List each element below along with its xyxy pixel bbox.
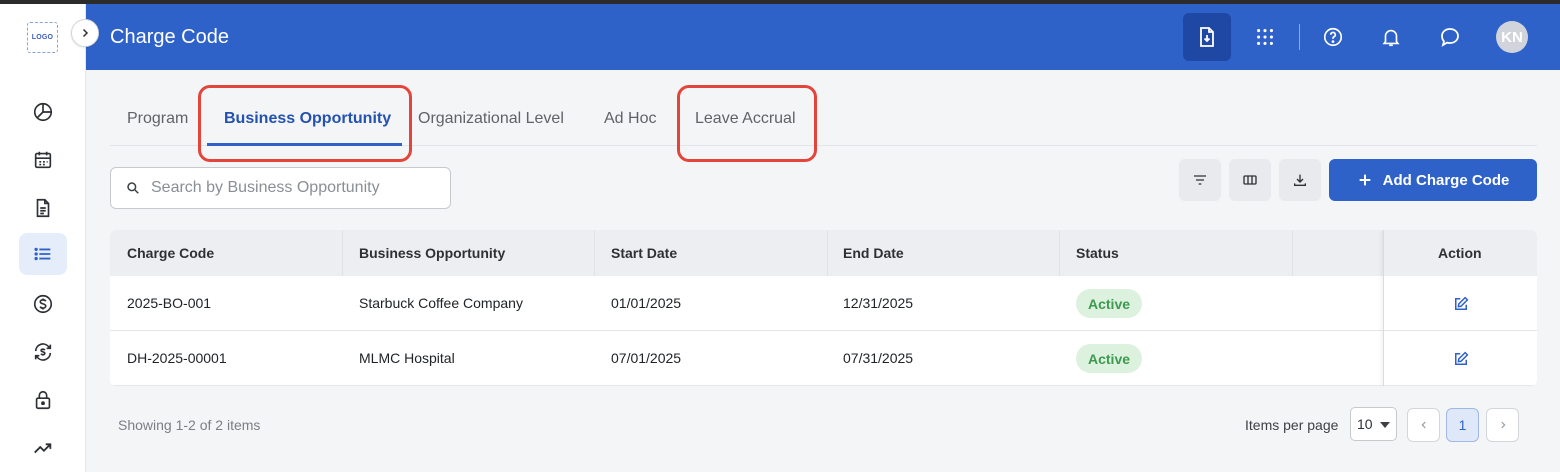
items-per-page-value: 10 xyxy=(1357,416,1373,432)
table-header: Charge Code Business Opportunity Start D… xyxy=(110,230,1537,276)
columns-button[interactable] xyxy=(1229,159,1271,201)
status-badge: Active xyxy=(1076,344,1143,373)
tab-ad-hoc[interactable]: Ad Hoc xyxy=(604,110,656,128)
cell-end-date: 07/31/2025 xyxy=(843,350,914,366)
status-badge: Active xyxy=(1076,289,1143,318)
sidebar-item-documents[interactable] xyxy=(19,187,67,229)
highlight-outline-leave-accrual xyxy=(677,85,817,162)
plus-icon xyxy=(1359,174,1370,186)
items-per-page-select[interactable]: 10 xyxy=(1350,407,1397,441)
document-download-icon xyxy=(1200,27,1214,47)
bell-icon xyxy=(1382,29,1400,47)
column-separator[interactable] xyxy=(594,230,595,276)
sidebar: LOGO xyxy=(0,4,86,472)
sidebar-item-dashboard[interactable] xyxy=(19,91,67,133)
search-box[interactable] xyxy=(110,167,451,209)
lock-icon xyxy=(35,390,51,410)
cell-charge-code: DH-2025-00001 xyxy=(127,350,227,366)
download-icon xyxy=(1294,174,1306,186)
cell-end-date: 12/31/2025 xyxy=(843,295,914,311)
chat-icon xyxy=(1441,28,1459,47)
page-number-button[interactable]: 1 xyxy=(1446,408,1479,442)
trending-up-icon xyxy=(34,443,52,454)
cell-business-opportunity: Starbuck Coffee Company xyxy=(359,295,523,311)
help-button[interactable] xyxy=(1309,13,1357,61)
page-title: Charge Code xyxy=(110,26,229,48)
add-charge-code-button[interactable]: Add Charge Code xyxy=(1329,159,1537,201)
document-icon xyxy=(36,198,50,218)
charge-code-table: Charge Code Business Opportunity Start D… xyxy=(110,230,1537,386)
help-icon xyxy=(1323,27,1343,47)
table-row[interactable]: DH-2025-00001 MLMC Hospital 07/01/2025 0… xyxy=(110,331,1537,386)
calendar-icon xyxy=(34,151,52,169)
download-button[interactable] xyxy=(1279,159,1321,201)
filter-icon xyxy=(1194,175,1206,185)
column-separator[interactable] xyxy=(1292,230,1293,276)
tab-program[interactable]: Program xyxy=(127,110,188,128)
apps-button[interactable] xyxy=(1241,13,1289,61)
pagination-summary: Showing 1-2 of 2 items xyxy=(118,417,261,433)
add-charge-code-label: Add Charge Code xyxy=(1382,171,1510,189)
currency-exchange-icon xyxy=(34,343,52,361)
column-separator[interactable] xyxy=(342,230,343,276)
highlight-outline-business-opportunity xyxy=(198,85,412,162)
caret-down-icon xyxy=(1380,422,1390,428)
column-header-charge-code[interactable]: Charge Code xyxy=(127,245,214,261)
next-page-button[interactable] xyxy=(1486,408,1519,442)
search-input[interactable] xyxy=(151,179,431,197)
chevron-left-icon xyxy=(1420,421,1426,429)
sidebar-item-charge-codes[interactable] xyxy=(19,233,67,275)
user-avatar[interactable]: KN xyxy=(1496,21,1528,53)
column-separator[interactable] xyxy=(1059,230,1060,276)
table-row[interactable]: 2025-BO-001 Starbuck Coffee Company 01/0… xyxy=(110,276,1537,331)
chevron-right-icon xyxy=(82,28,89,38)
sidebar-item-analytics[interactable] xyxy=(19,427,67,469)
cell-start-date: 07/01/2025 xyxy=(611,350,682,366)
search-icon xyxy=(127,182,139,194)
app-logo[interactable]: LOGO xyxy=(27,22,58,53)
sidebar-item-billing[interactable] xyxy=(19,283,67,325)
header-divider xyxy=(1299,24,1300,50)
dollar-icon xyxy=(33,294,53,314)
pie-chart-icon xyxy=(33,102,53,122)
sidebar-item-exchange[interactable] xyxy=(19,331,67,373)
column-header-status[interactable]: Status xyxy=(1076,245,1119,261)
sidebar-item-security[interactable] xyxy=(19,379,67,421)
cell-start-date: 01/01/2025 xyxy=(611,295,682,311)
chevron-right-icon xyxy=(1500,421,1506,429)
column-header-start-date[interactable]: Start Date xyxy=(611,245,677,261)
tab-organizational-level[interactable]: Organizational Level xyxy=(418,110,564,128)
action-column-divider xyxy=(1383,230,1537,386)
column-separator[interactable] xyxy=(827,230,828,276)
items-per-page-label: Items per page xyxy=(1245,417,1339,433)
columns-icon xyxy=(1243,175,1257,185)
column-header-end-date[interactable]: End Date xyxy=(843,245,904,261)
messages-button[interactable] xyxy=(1426,13,1474,61)
cell-business-opportunity: MLMC Hospital xyxy=(359,350,455,366)
column-header-business-opportunity[interactable]: Business Opportunity xyxy=(359,245,505,261)
export-document-button[interactable] xyxy=(1183,13,1231,61)
filter-button[interactable] xyxy=(1179,159,1221,201)
cell-charge-code: 2025-BO-001 xyxy=(127,295,212,311)
notifications-button[interactable] xyxy=(1367,13,1415,61)
sidebar-expand-button[interactable] xyxy=(71,19,99,47)
previous-page-button[interactable] xyxy=(1407,408,1440,442)
app-header: Charge Code KN xyxy=(86,4,1560,70)
sidebar-item-calendar[interactable] xyxy=(19,139,67,181)
list-icon xyxy=(34,247,51,261)
apps-grid-icon xyxy=(1257,29,1273,45)
